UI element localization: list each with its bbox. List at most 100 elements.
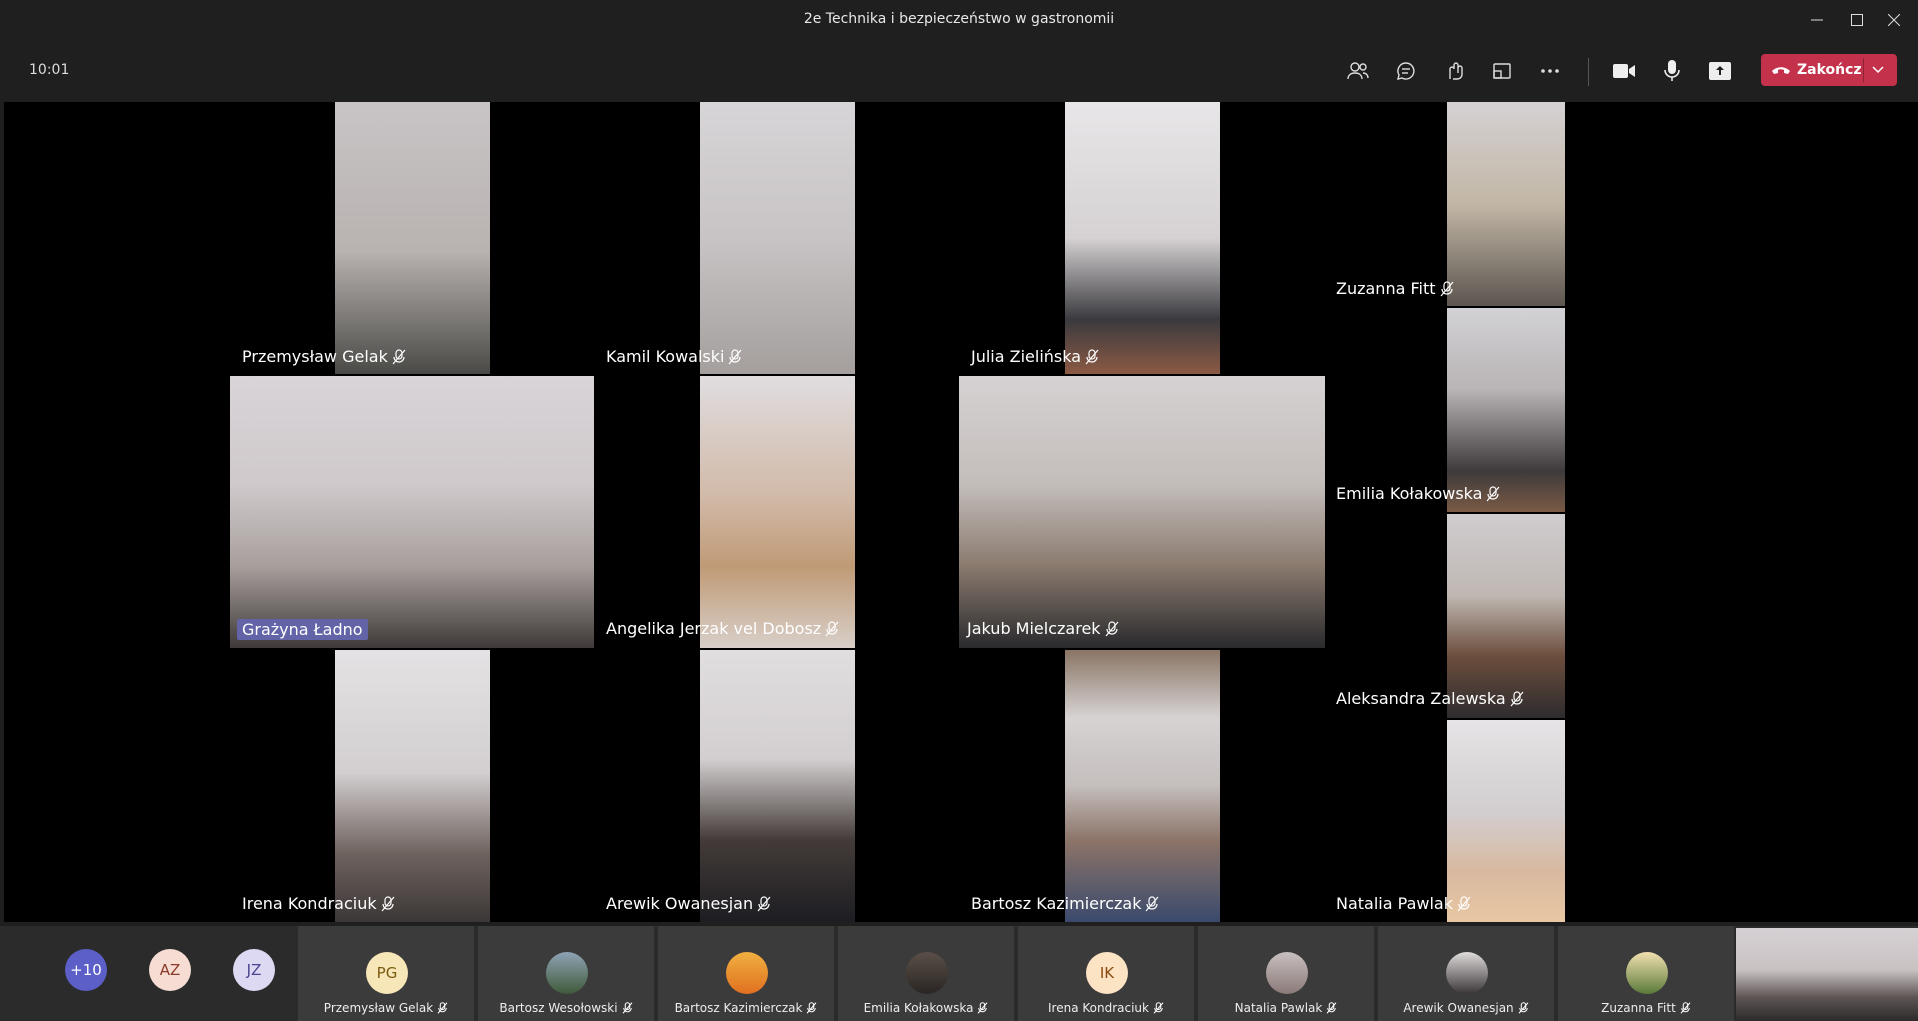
participant-strip: +10 AZ JZ PG Przemysław Gelak Bartosz We… — [0, 926, 1918, 1021]
participant-card[interactable]: IK Irena Kondraciuk — [1018, 926, 1194, 1021]
participant-card-name: Zuzanna Fitt — [1558, 1001, 1734, 1015]
mic-off-icon — [1510, 690, 1524, 706]
participant-card[interactable]: Arewik Owanesjan — [1378, 926, 1554, 1021]
mic-off-icon — [757, 895, 771, 911]
mic-off-icon — [437, 1002, 448, 1014]
participant-name: Irena Kondraciuk — [242, 894, 395, 913]
video-tile[interactable] — [1447, 308, 1565, 512]
video-grid: Przemysław Gelak Kamil Kowalski Julia Zi… — [4, 102, 1918, 922]
participant-card[interactable]: Natalia Pawlak — [1198, 926, 1374, 1021]
more-options-button[interactable] — [1532, 53, 1568, 89]
phone-hangup-icon — [1772, 67, 1790, 74]
participant-card-name: Natalia Pawlak — [1198, 1001, 1374, 1015]
participants-icon — [1347, 62, 1369, 80]
avatar — [1446, 952, 1488, 994]
avatar — [1266, 952, 1308, 994]
avatar — [726, 952, 768, 994]
mic-off-icon — [728, 348, 742, 364]
close-icon — [1888, 14, 1900, 26]
participant-name: Aleksandra Zalewska — [1336, 689, 1524, 708]
mic-off-icon — [622, 1002, 632, 1014]
avatar — [546, 952, 588, 994]
participant-card[interactable]: PG Przemysław Gelak — [298, 926, 474, 1021]
video-tile[interactable] — [959, 376, 1325, 648]
participant-name: Emilia Kołakowska — [1336, 484, 1500, 503]
avatar: IK — [1086, 952, 1128, 994]
video-tile[interactable] — [1447, 720, 1565, 922]
participant-card-name: Irena Kondraciuk — [1018, 1001, 1194, 1015]
minimize-button[interactable] — [1797, 6, 1837, 34]
participant-card-name: Przemysław Gelak — [298, 1001, 474, 1015]
participant-card-name: Bartosz Wesołowski — [478, 1001, 654, 1015]
participant-card[interactable]: Emilia Kołakowska — [838, 926, 1014, 1021]
overflow-count-avatar[interactable]: +10 — [65, 949, 107, 991]
avatar[interactable]: AZ — [149, 949, 191, 991]
video-tile[interactable] — [1447, 514, 1565, 718]
chat-icon — [1397, 62, 1415, 80]
mic-off-icon — [1518, 1002, 1529, 1014]
video-tile[interactable] — [335, 650, 490, 922]
video-tile[interactable] — [700, 650, 855, 922]
mic-off-icon — [978, 1002, 988, 1014]
mic-off-icon — [381, 895, 395, 911]
participant-name: Przemysław Gelak — [242, 347, 406, 366]
mic-off-icon — [1326, 1002, 1337, 1014]
chat-button[interactable] — [1388, 53, 1424, 89]
participant-card[interactable]: Bartosz Wesołowski — [478, 926, 654, 1021]
window-title: 2e Technika i bezpieczeństwo w gastronom… — [803, 11, 1115, 27]
share-icon — [1709, 62, 1731, 80]
mic-off-icon — [807, 1002, 817, 1014]
video-tile[interactable] — [700, 102, 855, 374]
reactions-button[interactable] — [1436, 53, 1472, 89]
maximize-icon — [1851, 14, 1863, 26]
participant-name-active: Grażyna Ładno — [237, 619, 368, 640]
minimize-icon — [1811, 19, 1823, 21]
title-bar: 2e Technika i bezpieczeństwo w gastronom… — [0, 0, 1918, 40]
mic-off-icon — [1680, 1002, 1691, 1014]
hangup-divider — [1863, 58, 1864, 82]
participant-name: Kamil Kowalski — [606, 347, 742, 366]
participant-card[interactable]: Bartosz Kazimierczak — [658, 926, 834, 1021]
toolbar-separator — [1588, 58, 1589, 86]
mic-off-icon — [1105, 620, 1119, 636]
participant-card-name: Emilia Kołakowska — [838, 1001, 1014, 1015]
camera-button[interactable] — [1606, 53, 1642, 89]
video-tile[interactable] — [1065, 102, 1220, 374]
maximize-button[interactable] — [1837, 6, 1877, 34]
meeting-toolbar: 10:01 Zakończ — [0, 40, 1918, 102]
avatar — [1626, 952, 1668, 994]
participant-name: Angelika Jerzak vel Dobosz — [606, 619, 839, 638]
rooms-button[interactable] — [1484, 53, 1520, 89]
meeting-timer: 10:01 — [29, 62, 70, 78]
chevron-down-icon[interactable] — [1871, 62, 1885, 76]
share-screen-button[interactable] — [1702, 53, 1738, 89]
mic-off-icon — [1457, 895, 1471, 911]
participants-button[interactable] — [1340, 53, 1376, 89]
avatar — [906, 952, 948, 994]
avatar: PG — [366, 952, 408, 994]
participant-name: Jakub Mielczarek — [967, 619, 1119, 638]
video-tile[interactable] — [700, 376, 855, 648]
reactions-icon — [1449, 62, 1463, 80]
mic-off-icon — [1440, 280, 1453, 296]
microphone-button[interactable] — [1654, 53, 1690, 89]
mic-icon — [1664, 60, 1680, 81]
participant-name: Bartosz Kazimierczak — [971, 894, 1159, 913]
participant-name: Julia Zielińska — [971, 347, 1099, 366]
mic-off-icon — [825, 620, 839, 636]
self-view-video[interactable] — [1736, 928, 1918, 1021]
video-tile[interactable] — [1065, 650, 1220, 922]
mic-off-icon — [1085, 348, 1099, 364]
camera-icon — [1613, 64, 1635, 78]
participant-card-name: Bartosz Kazimierczak — [658, 1001, 834, 1015]
close-button[interactable] — [1874, 6, 1914, 34]
hangup-button[interactable]: Zakończ — [1761, 54, 1897, 86]
participant-card[interactable]: Zuzanna Fitt — [1558, 926, 1734, 1021]
video-tile[interactable] — [335, 102, 490, 374]
participant-name: Zuzanna Fitt — [1336, 279, 1454, 298]
avatar[interactable]: JZ — [233, 949, 275, 991]
mic-off-icon — [1153, 1002, 1164, 1014]
more-icon — [1541, 69, 1559, 73]
video-tile[interactable] — [1447, 102, 1565, 306]
video-tile-speaker[interactable] — [230, 376, 594, 648]
